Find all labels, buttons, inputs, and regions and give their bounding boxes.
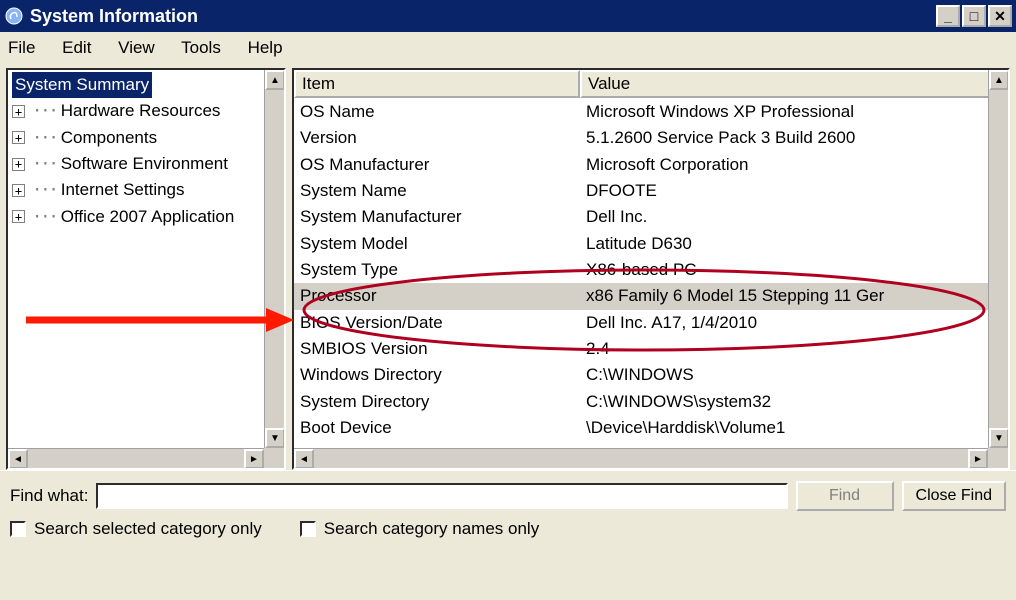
find-label: Find what: [10, 486, 88, 506]
scrollbar-corner [988, 448, 1008, 468]
cell-item: Version [300, 125, 586, 151]
cell-value: Latitude D630 [586, 231, 1002, 257]
cell-item: System Name [300, 178, 586, 204]
find-button[interactable]: Find [796, 481, 894, 511]
list-row[interactable]: System DirectoryC:\WINDOWS\system32 [294, 389, 1008, 415]
window-titlebar: System Information _ □ ✕ [0, 0, 1016, 32]
app-icon [4, 6, 24, 26]
find-input[interactable] [96, 483, 787, 509]
expand-icon[interactable]: + [12, 158, 25, 171]
list-row[interactable]: Processorx86 Family 6 Model 15 Stepping … [294, 283, 1008, 309]
cell-item: Windows Directory [300, 362, 586, 388]
menu-tools[interactable]: Tools [181, 38, 221, 57]
cell-value: Microsoft Windows XP Professional [586, 99, 1002, 125]
tree-item-internet-settings[interactable]: +··· Internet Settings [8, 177, 284, 203]
tree-scrollbar-horizontal[interactable]: ◄ ► [8, 448, 264, 468]
close-find-button[interactable]: Close Find [902, 481, 1006, 511]
list-row[interactable]: System ModelLatitude D630 [294, 231, 1008, 257]
cell-item: OS Name [300, 99, 586, 125]
scrollbar-corner [264, 448, 284, 468]
expand-icon[interactable]: + [12, 184, 25, 197]
maximize-button[interactable]: □ [962, 5, 986, 27]
cell-value: C:\WINDOWS [586, 362, 1002, 388]
details-list-pane: Item Value OS NameMicrosoft Windows XP P… [292, 68, 1010, 470]
list-row[interactable]: Boot Device\Device\Harddisk\Volume1 [294, 415, 1008, 441]
cell-value: \Device\Harddisk\Volume1 [586, 415, 1002, 441]
cell-value: 5.1.2600 Service Pack 3 Build 2600 [586, 125, 1002, 151]
find-options: Search selected category only Search cat… [0, 517, 1016, 547]
list-row[interactable]: BIOS Version/DateDell Inc. A17, 1/4/2010 [294, 310, 1008, 336]
navigation-tree-pane: System Summary +··· Hardware Resources +… [6, 68, 286, 470]
cell-value: x86 Family 6 Model 15 Stepping 11 Ger [586, 283, 1002, 309]
tree-item-software-environment[interactable]: +··· Software Environment [8, 151, 284, 177]
scroll-down-icon[interactable]: ▼ [989, 428, 1009, 448]
scroll-up-icon[interactable]: ▲ [265, 70, 285, 90]
scroll-right-icon[interactable]: ► [968, 449, 988, 469]
list-header: Item Value [294, 70, 1008, 98]
scroll-up-icon[interactable]: ▲ [989, 70, 1009, 90]
scroll-left-icon[interactable]: ◄ [8, 449, 28, 469]
list-row[interactable]: System NameDFOOTE [294, 178, 1008, 204]
cell-value: Dell Inc. A17, 1/4/2010 [586, 310, 1002, 336]
menu-help[interactable]: Help [248, 38, 283, 57]
cell-item: System Directory [300, 389, 586, 415]
cell-item: Boot Device [300, 415, 586, 441]
column-header-item[interactable]: Item [294, 70, 580, 98]
tree-item-components[interactable]: +··· Components [8, 125, 284, 151]
list-scrollbar-vertical[interactable]: ▲ ▼ [988, 70, 1008, 448]
checkbox-search-selected-category[interactable]: Search selected category only [10, 519, 262, 539]
menu-bar: File Edit View Tools Help [0, 32, 1016, 64]
find-bar: Find what: Find Close Find [0, 470, 1016, 517]
cell-value: X86-based PC [586, 257, 1002, 283]
tree-item-system-summary[interactable]: System Summary [8, 72, 284, 98]
menu-edit[interactable]: Edit [62, 38, 91, 57]
window-title: System Information [30, 6, 198, 27]
scroll-left-icon[interactable]: ◄ [294, 449, 314, 469]
cell-item: BIOS Version/Date [300, 310, 586, 336]
expand-icon[interactable]: + [12, 105, 25, 118]
list-row[interactable]: OS NameMicrosoft Windows XP Professional [294, 99, 1008, 125]
list-row[interactable]: System TypeX86-based PC [294, 257, 1008, 283]
list-row[interactable]: OS ManufacturerMicrosoft Corporation [294, 152, 1008, 178]
column-header-value[interactable]: Value [580, 70, 1008, 98]
tree-item-office-2007-application[interactable]: +··· Office 2007 Application [8, 204, 284, 230]
cell-item: OS Manufacturer [300, 152, 586, 178]
cell-value: DFOOTE [586, 178, 1002, 204]
checkbox-icon[interactable] [300, 521, 316, 537]
cell-value: C:\WINDOWS\system32 [586, 389, 1002, 415]
checkbox-icon[interactable] [10, 521, 26, 537]
cell-value: Microsoft Corporation [586, 152, 1002, 178]
expand-icon[interactable]: + [12, 210, 25, 223]
tree-scrollbar-vertical[interactable]: ▲ ▼ [264, 70, 284, 448]
cell-item: System Manufacturer [300, 204, 586, 230]
expand-icon[interactable]: + [12, 131, 25, 144]
cell-item: System Type [300, 257, 586, 283]
list-row[interactable]: Version5.1.2600 Service Pack 3 Build 260… [294, 125, 1008, 151]
minimize-button[interactable]: _ [936, 5, 960, 27]
menu-file[interactable]: File [8, 38, 35, 57]
menu-view[interactable]: View [118, 38, 155, 57]
cell-item: System Model [300, 231, 586, 257]
cell-item: Processor [300, 283, 586, 309]
scroll-right-icon[interactable]: ► [244, 449, 264, 469]
checkbox-search-category-names[interactable]: Search category names only [300, 519, 539, 539]
cell-value: Dell Inc. [586, 204, 1002, 230]
cell-value: 2.4 [586, 336, 1002, 362]
list-scrollbar-horizontal[interactable]: ◄ ► [294, 448, 988, 468]
list-row[interactable]: Windows DirectoryC:\WINDOWS [294, 362, 1008, 388]
list-row[interactable]: System ManufacturerDell Inc. [294, 204, 1008, 230]
list-row[interactable]: SMBIOS Version2.4 [294, 336, 1008, 362]
close-button[interactable]: ✕ [988, 5, 1012, 27]
tree-item-hardware-resources[interactable]: +··· Hardware Resources [8, 98, 284, 124]
scroll-down-icon[interactable]: ▼ [265, 428, 285, 448]
cell-item: SMBIOS Version [300, 336, 586, 362]
